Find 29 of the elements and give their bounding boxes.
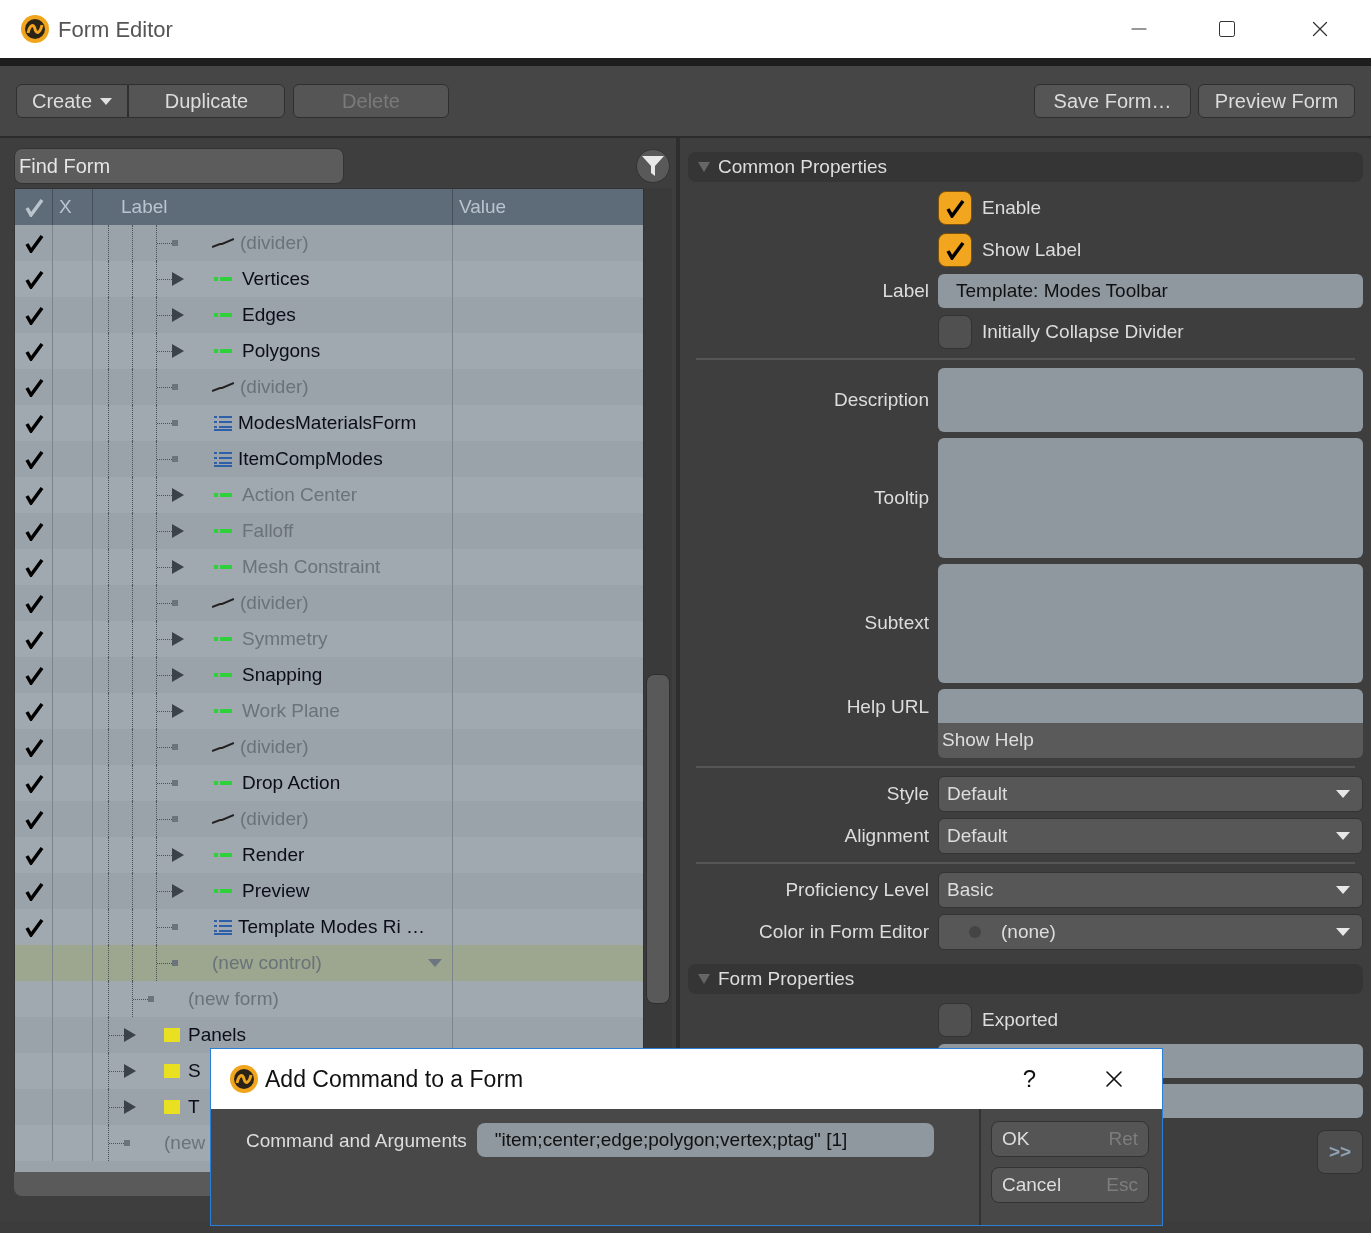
window-title: Form Editor xyxy=(58,15,173,44)
property-label: Alignment xyxy=(844,823,929,848)
tree-label: ModesMaterialsForm xyxy=(238,410,417,435)
tree-label: Preview xyxy=(242,878,310,903)
property-label: Description xyxy=(833,387,929,412)
property-label: Tooltip xyxy=(874,485,929,510)
tree-label: Drop Action xyxy=(242,770,341,795)
tree-label: ItemCompModes xyxy=(238,446,383,471)
property-label: Proficiency Level xyxy=(785,877,929,902)
property-label: Style xyxy=(886,781,929,806)
tree-label: Edges xyxy=(242,302,296,327)
tree-label: Snapping xyxy=(242,662,323,687)
dialog-title: Add Command to a Form xyxy=(265,1064,524,1094)
property-label: Subtext xyxy=(864,611,929,636)
checkbox-label: Show Label xyxy=(982,237,1082,262)
tree-label: Vertices xyxy=(242,266,310,291)
checkbox-label: Enable xyxy=(982,195,1042,220)
field-label: Command and Arguments xyxy=(246,1129,467,1153)
checkbox-label: Exported xyxy=(982,1007,1059,1032)
property-label: Help URL xyxy=(846,695,929,719)
tree-label: Polygons xyxy=(242,338,321,363)
property-label: Color in Form Editor xyxy=(759,919,929,944)
checkbox-label: Initially Collapse Divider xyxy=(982,319,1184,344)
tree-label: Template Modes Ri … xyxy=(238,914,425,939)
tree-label: S xyxy=(188,1058,201,1083)
tree-label: Panels xyxy=(188,1022,247,1047)
tree-label: T xyxy=(188,1094,200,1119)
property-label: Label xyxy=(882,278,929,303)
tree-label: Render xyxy=(242,842,305,867)
